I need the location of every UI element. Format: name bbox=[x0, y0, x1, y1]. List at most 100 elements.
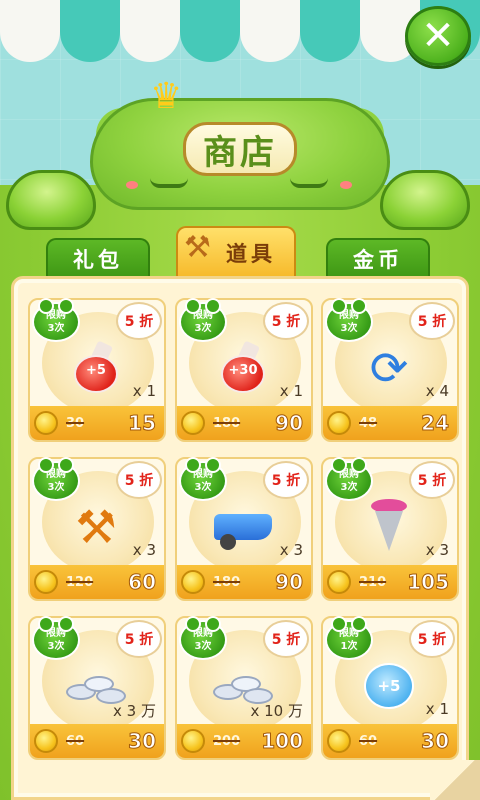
sale-price: 15 bbox=[128, 411, 157, 436]
original-price: 120 bbox=[66, 574, 94, 590]
gold-coin-icon bbox=[181, 570, 205, 594]
discount-badge: 5 折 bbox=[116, 620, 162, 658]
sale-price: 90 bbox=[275, 570, 304, 595]
shop-item-card[interactable]: 限购 3次 5 折 +30 x 1 180 90 bbox=[175, 298, 313, 442]
gold-coin-icon bbox=[34, 570, 58, 594]
discount-badge: 5 折 bbox=[409, 461, 455, 499]
tab-coins[interactable]: 金币 bbox=[326, 238, 430, 278]
paw-plus5-icon: +5 bbox=[357, 654, 421, 718]
discount-badge: 5 折 bbox=[409, 302, 455, 340]
limit-count: 3次 bbox=[194, 323, 212, 334]
shop-item-card[interactable]: 限购 1次 5 折 +5 x 1 60 30 bbox=[321, 616, 459, 760]
item-quantity: x 1 bbox=[279, 382, 303, 400]
close-button[interactable]: ✕ bbox=[405, 6, 471, 66]
shop-item-card[interactable]: 限购 3次 5 折 x 3 210 105 bbox=[321, 457, 459, 601]
limit-label: 限购 bbox=[193, 310, 213, 321]
sale-price: 30 bbox=[421, 729, 450, 754]
limit-label: 限购 bbox=[193, 628, 213, 639]
buy-button[interactable]: 60 30 bbox=[30, 724, 164, 758]
tab-items[interactable]: ⚒ 道具 bbox=[176, 226, 296, 278]
hammer-icon: ⚒ bbox=[75, 500, 117, 554]
tab-gift-packs[interactable]: 礼包 bbox=[46, 238, 150, 278]
discount-badge: 5 折 bbox=[263, 620, 309, 658]
limit-count: 3次 bbox=[194, 641, 212, 652]
discount-badge: 5 折 bbox=[263, 461, 309, 499]
limit-count: 3次 bbox=[194, 482, 212, 493]
buy-button[interactable]: 30 15 bbox=[30, 406, 164, 440]
shop-item-card[interactable]: 限购 3次 5 折 x 3 180 90 bbox=[175, 457, 313, 601]
original-price: 200 bbox=[213, 733, 241, 749]
original-price: 210 bbox=[359, 574, 387, 590]
shop-item-card[interactable]: 限购 3次 5 折 +5 x 1 30 15 bbox=[28, 298, 166, 442]
frog-eye-right bbox=[290, 178, 328, 188]
gold-coin-icon bbox=[34, 729, 58, 753]
shop-item-card[interactable]: 限购 3次 5 折 ⚒ x 3 120 60 bbox=[28, 457, 166, 601]
item-quantity: x 10 万 bbox=[250, 702, 303, 720]
page-curl bbox=[430, 760, 480, 800]
tab-label: 道具 bbox=[226, 242, 276, 266]
buy-button[interactable]: 180 90 bbox=[177, 565, 311, 599]
red-potion-plus30: +30 bbox=[211, 336, 275, 400]
original-price: 60 bbox=[359, 733, 378, 749]
item-quantity: x 3 bbox=[132, 541, 156, 559]
limit-count: 3次 bbox=[47, 323, 65, 334]
sale-price: 100 bbox=[261, 729, 304, 754]
shop-title-plate: 商店 bbox=[183, 122, 297, 176]
limit-count: 3次 bbox=[47, 482, 65, 493]
refresh-arrows-icon: ⟳ bbox=[369, 341, 409, 395]
limit-label: 限购 bbox=[193, 469, 213, 480]
gold-coin-icon bbox=[327, 570, 351, 594]
original-price: 30 bbox=[66, 415, 85, 431]
buy-button[interactable]: 180 90 bbox=[177, 406, 311, 440]
buy-button[interactable]: 60 30 bbox=[323, 724, 457, 758]
gold-coin-icon bbox=[34, 411, 58, 435]
item-quantity: x 4 bbox=[425, 382, 449, 400]
discount-badge: 5 折 bbox=[116, 302, 162, 340]
discount-badge: 5 折 bbox=[409, 620, 455, 658]
original-price: 48 bbox=[359, 415, 378, 431]
limit-label: 限购 bbox=[46, 628, 66, 639]
shop-item-card[interactable]: 限购 3次 5 折 ⟳ x 4 48 24 bbox=[321, 298, 459, 442]
buy-button[interactable]: 48 24 bbox=[323, 406, 457, 440]
sale-price: 24 bbox=[421, 411, 450, 436]
red-potion-plus5: +5 bbox=[64, 336, 128, 400]
buy-button[interactable]: 210 105 bbox=[323, 565, 457, 599]
close-icon: ✕ bbox=[421, 13, 455, 59]
original-price: 180 bbox=[213, 415, 241, 431]
page-title: 商店 bbox=[203, 132, 277, 173]
discount-badge: 5 折 bbox=[263, 302, 309, 340]
item-quantity: x 1 bbox=[132, 382, 156, 400]
limit-label: 限购 bbox=[339, 628, 359, 639]
sale-price: 90 bbox=[275, 411, 304, 436]
item-quantity: x 3 万 bbox=[113, 702, 156, 720]
limit-count: 3次 bbox=[47, 641, 65, 652]
gold-coin-icon bbox=[327, 411, 351, 435]
limit-label: 限购 bbox=[339, 310, 359, 321]
sale-price: 105 bbox=[407, 570, 450, 595]
buy-button[interactable]: 120 60 bbox=[30, 565, 164, 599]
limit-count: 3次 bbox=[340, 482, 358, 493]
frog-blush-left bbox=[126, 181, 138, 189]
limit-count: 1次 bbox=[340, 641, 358, 652]
green-slime-left bbox=[6, 170, 96, 230]
frog-blush-right bbox=[340, 181, 352, 189]
item-quantity: x 1 bbox=[425, 700, 449, 718]
limit-label: 限购 bbox=[339, 469, 359, 480]
sale-price: 60 bbox=[128, 570, 157, 595]
limit-label: 限购 bbox=[46, 469, 66, 480]
hammer-icon: ⚒ bbox=[184, 230, 215, 265]
original-price: 180 bbox=[213, 574, 241, 590]
frog-eye-left bbox=[150, 178, 188, 188]
limit-label: 限购 bbox=[46, 310, 66, 321]
sale-price: 30 bbox=[128, 729, 157, 754]
gold-coin-icon bbox=[327, 729, 351, 753]
discount-badge: 5 折 bbox=[116, 461, 162, 499]
wheelbarrow-icon bbox=[211, 495, 275, 559]
shop-item-card[interactable]: 限购 3次 5 折 x 3 万 60 30 bbox=[28, 616, 166, 760]
gold-coin-icon bbox=[181, 411, 205, 435]
tab-label: 礼包 bbox=[73, 248, 123, 272]
green-slime-right bbox=[380, 170, 470, 230]
limit-count: 3次 bbox=[340, 323, 358, 334]
buy-button[interactable]: 200 100 bbox=[177, 724, 311, 758]
shop-item-card[interactable]: 限购 3次 5 折 x 10 万 200 100 bbox=[175, 616, 313, 760]
